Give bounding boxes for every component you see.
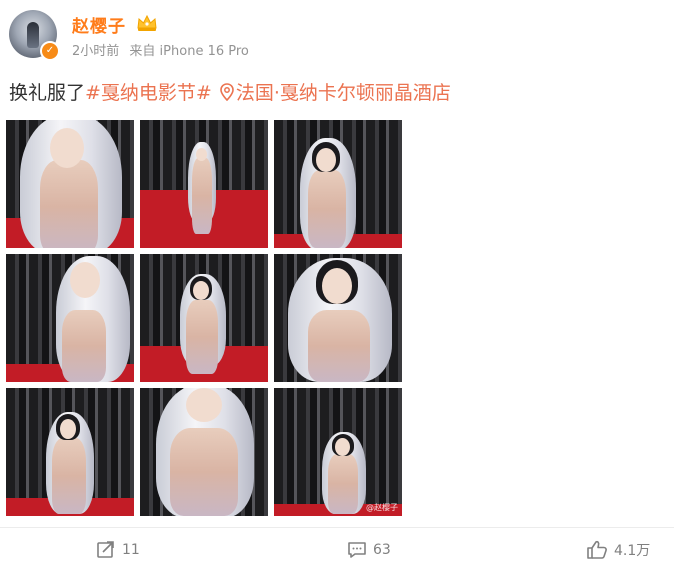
photo-dress <box>186 300 218 374</box>
photo-dress <box>52 438 86 514</box>
photo-dress <box>328 454 358 514</box>
photo-5[interactable] <box>140 254 268 382</box>
photo-watermark: @赵樱子 <box>366 503 398 512</box>
photo-grid: @赵樱子 <box>6 120 402 516</box>
photo-dress <box>308 310 370 382</box>
avatar-figure <box>27 22 39 48</box>
photo-7[interactable] <box>6 388 134 516</box>
crown-icon[interactable] <box>136 14 158 32</box>
photo-dress <box>192 158 212 234</box>
like-button[interactable]: 4.1万 <box>586 540 650 560</box>
location-link[interactable]: 法国·戛纳卡尔顿丽晶酒店 <box>236 82 451 104</box>
photo-6[interactable] <box>274 254 402 382</box>
photo-dress <box>62 310 106 382</box>
post-source: 来自 iPhone 16 Pro <box>129 44 249 59</box>
comment-count: 63 <box>373 542 391 558</box>
photo-face <box>322 268 352 304</box>
photo-8[interactable] <box>140 388 268 516</box>
photo-face <box>316 148 336 172</box>
photo-face <box>335 438 350 456</box>
photo-dress <box>40 160 98 248</box>
repost-icon <box>97 541 114 558</box>
photo-9[interactable]: @赵樱子 <box>274 388 402 516</box>
photo-face <box>70 262 100 298</box>
comment-button[interactable]: 63 <box>347 540 391 560</box>
like-count: 4.1万 <box>614 543 651 559</box>
post-time[interactable]: 2小时前 <box>72 44 119 59</box>
comment-icon <box>348 542 366 558</box>
photo-2[interactable] <box>140 120 268 248</box>
post-text-prefix: 换礼服了 <box>9 82 86 104</box>
like-icon <box>587 540 607 559</box>
photo-3[interactable] <box>274 120 402 248</box>
avatar[interactable]: ✓ <box>9 10 60 61</box>
photo-face <box>60 419 76 439</box>
post-text: 换礼服了#戛纳电影节# 法国·戛纳卡尔顿丽晶酒店 <box>9 78 451 105</box>
photo-face <box>196 148 207 161</box>
photo-face <box>50 128 84 168</box>
repost-count: 11 <box>122 542 140 558</box>
photo-4[interactable] <box>6 254 134 382</box>
hashtag-link[interactable]: #戛纳电影节# <box>85 82 212 104</box>
post-meta: 2小时前 来自 iPhone 16 Pro <box>72 40 255 59</box>
location-icon <box>220 83 234 101</box>
repost-button[interactable]: 11 <box>96 540 140 560</box>
photo-dress <box>308 170 346 248</box>
photo-1[interactable] <box>6 120 134 248</box>
photo-face <box>193 281 209 300</box>
action-bar: 11 63 4.1万 <box>0 528 674 574</box>
username[interactable]: 赵樱子 <box>72 12 126 37</box>
verified-icon: ✓ <box>40 41 60 61</box>
photo-dress <box>170 428 238 516</box>
photo-face <box>186 388 222 422</box>
